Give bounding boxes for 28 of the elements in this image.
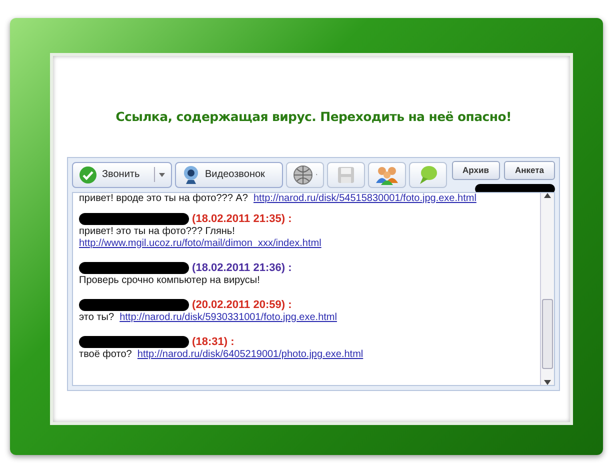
message-timestamp: (18:31) : [191, 336, 234, 348]
message-timestamp: (18.02.2011 21:36) : [191, 262, 292, 274]
scrollbar[interactable] [540, 192, 554, 385]
call-button[interactable]: Звонить [72, 162, 172, 188]
message-timestamp: (20.02.2011 20:59) : [191, 298, 292, 311]
check-icon [79, 166, 97, 184]
contacts-button[interactable] [368, 162, 406, 188]
message-text: привет! вроде это ты на фото??? А? [79, 192, 248, 204]
globe-button[interactable] [286, 162, 324, 188]
message-link[interactable]: http://narod.ru/disk/5930331001/foto.jpg.exe.html [120, 312, 337, 323]
caret-icon[interactable] [154, 167, 165, 182]
scroll-thumb[interactable] [542, 298, 553, 369]
message-link[interactable]: http://www.mgil.ucoz.ru/foto/mail/dimon_xxx/index.html [79, 238, 322, 249]
message-text: это ты? [79, 312, 114, 323]
tab[interactable]: Архив [452, 160, 500, 180]
scroll-down-icon[interactable] [544, 380, 551, 385]
message-link[interactable]: http://narod.ru/disk/54515830001/foto.jpg.exe.html [253, 192, 476, 204]
message-timestamp: (18.02.2011 21:35) : [191, 212, 292, 225]
tab[interactable]: Анкета [504, 160, 555, 180]
warning-heading: Ссылка, содержащая вирус. Переходить на неё опасно! [114, 108, 512, 126]
message-text: привет! это ты на фото??? Глянь! [79, 226, 235, 237]
speech-bubble-icon [418, 164, 438, 185]
message-link[interactable]: http://narod.ru/disk/6405219001/photo.jpg.exe.html [137, 348, 364, 360]
message-text: твоё фото? [79, 348, 132, 360]
video-call-button[interactable]: Видеозвонок [175, 162, 283, 188]
people-icon [375, 164, 399, 185]
webcam-icon [182, 164, 200, 185]
message-text: Проверь срочно компьютер на вирусы! [79, 274, 260, 286]
